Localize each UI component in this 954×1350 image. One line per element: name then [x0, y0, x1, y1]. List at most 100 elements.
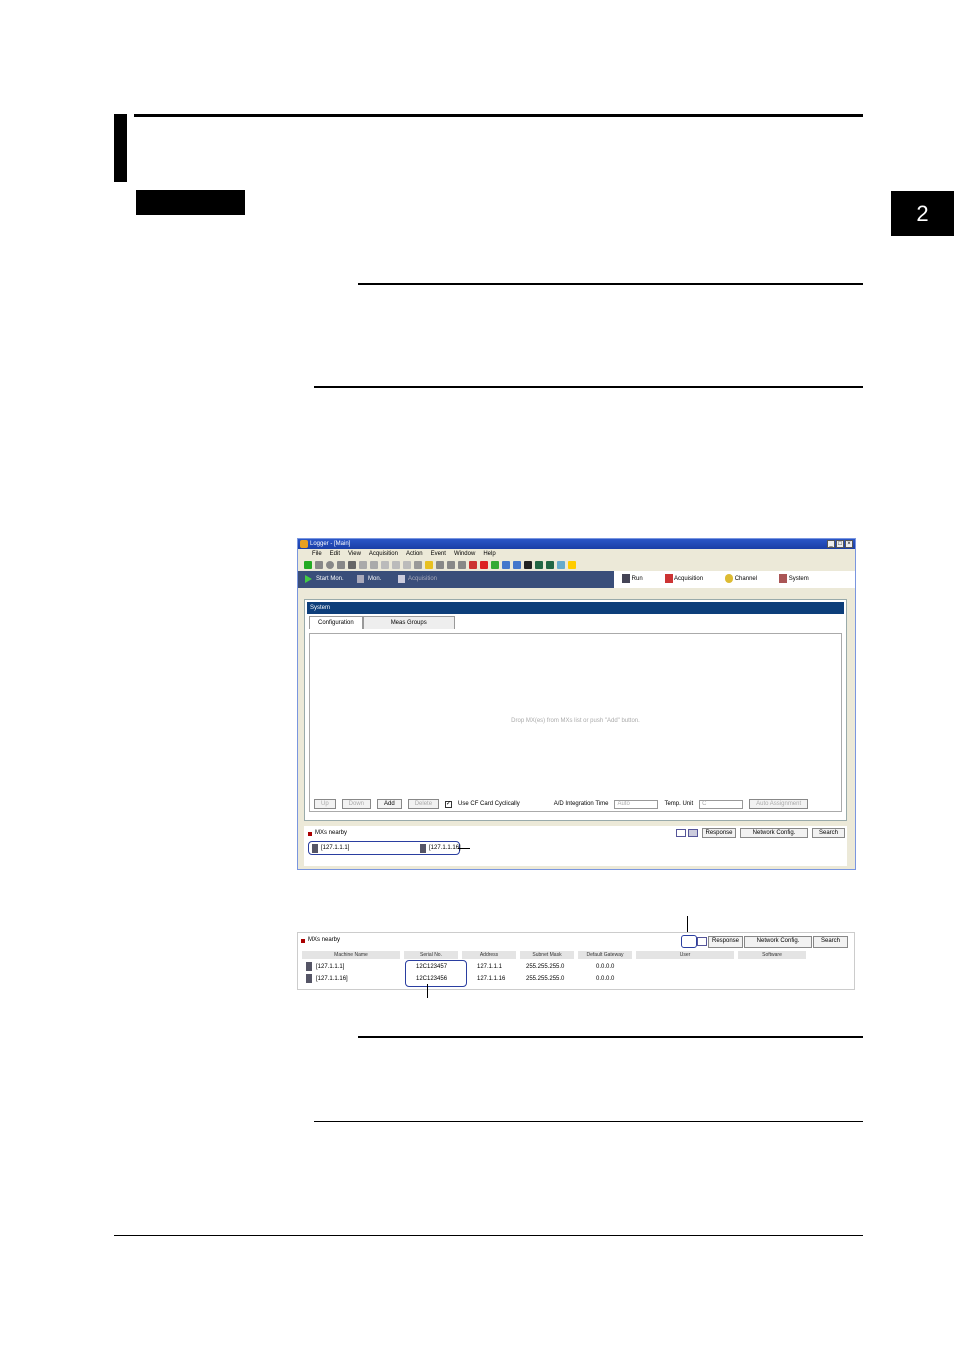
cut-icon[interactable]	[381, 561, 389, 569]
tab-acquisition[interactable]: Acquisition	[664, 571, 703, 588]
down-button[interactable]: Down	[341, 799, 372, 809]
pause-icon[interactable]	[315, 561, 323, 569]
menu-view[interactable]: View	[348, 549, 361, 559]
tab-configuration[interactable]: Configuration	[309, 616, 363, 629]
configuration-area[interactable]: Drop MX(es) from MXs list or push "Add" …	[309, 633, 842, 812]
tab-channel[interactable]: Channel	[725, 571, 757, 588]
menu-action[interactable]: Action	[406, 549, 423, 559]
panel-title: System	[307, 602, 844, 614]
copy-icon[interactable]	[392, 561, 400, 569]
system-icon	[779, 573, 788, 583]
mon-button[interactable]: Mon.	[368, 571, 381, 588]
row-address: 127.1.1.16	[477, 976, 506, 982]
nearby-marker-icon	[308, 832, 312, 836]
menu-window[interactable]: Window	[454, 549, 475, 559]
delete-button[interactable]: Delete	[407, 799, 440, 809]
logger-window: Logger - [Main] _ □ × File Edit View Acq…	[297, 538, 856, 870]
tab-meas-groups[interactable]: Meas Groups	[362, 616, 455, 629]
col-user[interactable]: User	[636, 951, 734, 959]
callout-leader-1	[458, 848, 470, 849]
row-subnet-mask: 255.255.255.0	[526, 976, 565, 982]
detail-view-icon[interactable]	[697, 937, 707, 946]
acquisition-nav-button[interactable]: Acquisition	[408, 571, 437, 588]
monitor2-icon[interactable]	[546, 561, 554, 569]
row-subnet-mask: 255.255.255.0	[526, 964, 565, 970]
col-serial-no[interactable]: Serial No.	[404, 951, 458, 959]
add-button[interactable]: Add	[377, 799, 402, 809]
nav-bar: Start Mon. Mon. Acquisition Run Acquisit…	[298, 571, 855, 588]
section-tag	[136, 190, 245, 215]
device-icon	[420, 844, 426, 853]
red-icon[interactable]	[469, 561, 477, 569]
ad-integration-select[interactable]: Auto	[614, 799, 659, 809]
channel-icon	[725, 573, 734, 583]
start-mon-icon	[305, 575, 312, 583]
row-machine-name: [127.1.1.16]	[316, 976, 348, 982]
zoom-icon[interactable]	[557, 561, 565, 569]
temp-unit-label: Temp. Unit	[664, 801, 694, 807]
run-icon	[622, 573, 630, 583]
grid-icon[interactable]	[502, 561, 510, 569]
row-default-gateway: 0.0.0.0	[596, 964, 615, 970]
toolbar	[298, 559, 855, 571]
gray-icon-1[interactable]	[436, 561, 444, 569]
step-icon[interactable]	[337, 561, 345, 569]
digital-icon[interactable]	[524, 561, 532, 569]
maximize-button[interactable]: □	[836, 540, 844, 548]
menu-help[interactable]: Help	[483, 549, 495, 559]
gray-icon-2[interactable]	[447, 561, 455, 569]
row-machine-name: [127.1.1.1]	[316, 964, 345, 970]
device-2[interactable]: [127.1.1.16]	[429, 845, 461, 851]
list-view-icon[interactable]	[681, 935, 697, 948]
col-address[interactable]: Address	[462, 951, 516, 959]
list-view-icon[interactable]	[676, 829, 686, 837]
mxs-nearby-panel: MXs nearby Response Network Config. Sear…	[304, 826, 847, 866]
response-button[interactable]: Response	[708, 936, 743, 948]
note2-rule-bottom	[314, 1121, 863, 1122]
split-icon[interactable]	[359, 561, 367, 569]
link-icon[interactable]	[370, 561, 378, 569]
x-icon[interactable]	[480, 561, 488, 569]
monitor-icon[interactable]	[535, 561, 543, 569]
use-cf-label: Use CF Card Cyclically	[458, 801, 520, 807]
device-1[interactable]: [127.1.1.1]	[321, 845, 349, 851]
detail-view-icon[interactable]	[688, 829, 698, 837]
record-icon[interactable]	[326, 561, 334, 569]
stop-icon[interactable]	[348, 561, 356, 569]
help-icon[interactable]	[568, 561, 576, 569]
mon-icon	[357, 575, 364, 583]
menu-edit[interactable]: Edit	[330, 549, 340, 559]
network-config-button[interactable]: Network Config.	[744, 936, 812, 948]
search-button[interactable]: Search	[813, 936, 848, 948]
menu-acquisition[interactable]: Acquisition	[369, 549, 398, 559]
system-panel: System Configuration Meas Groups Drop MX…	[304, 599, 847, 821]
menu-file[interactable]: File	[312, 549, 322, 559]
close-button[interactable]: ×	[845, 540, 853, 548]
col-subnet-mask[interactable]: Subnet Mask	[520, 951, 574, 959]
tab-run[interactable]: Run	[622, 571, 643, 588]
col-default-gateway[interactable]: Default Gateway	[578, 951, 632, 959]
trend-icon[interactable]	[491, 561, 499, 569]
start-icon[interactable]	[304, 561, 312, 569]
gray-icon-3[interactable]	[458, 561, 466, 569]
use-cf-checkbox[interactable]: ✓	[445, 800, 453, 808]
alarm-icon[interactable]	[425, 561, 433, 569]
app-icon	[300, 540, 308, 548]
auto-assignment-button[interactable]: Auto Assignment	[749, 799, 809, 809]
col-software[interactable]: Software	[738, 951, 806, 959]
nearby-marker-icon	[301, 939, 305, 943]
minimize-button[interactable]: _	[827, 540, 835, 548]
note-rule-bottom	[314, 386, 863, 388]
search-button[interactable]: Search	[812, 828, 845, 838]
network-config-button[interactable]: Network Config.	[740, 828, 808, 838]
up-button[interactable]: Up	[314, 799, 336, 809]
tab-system[interactable]: System	[779, 571, 809, 588]
table-icon[interactable]	[513, 561, 521, 569]
menu-event[interactable]: Event	[431, 549, 446, 559]
paste-icon[interactable]	[403, 561, 411, 569]
refresh-icon[interactable]	[414, 561, 422, 569]
response-button[interactable]: Response	[702, 828, 736, 838]
start-mon-button[interactable]: Start Mon.	[316, 571, 344, 588]
col-machine-name[interactable]: Machine Name	[302, 951, 400, 959]
temp-unit-select[interactable]: C	[699, 799, 744, 809]
